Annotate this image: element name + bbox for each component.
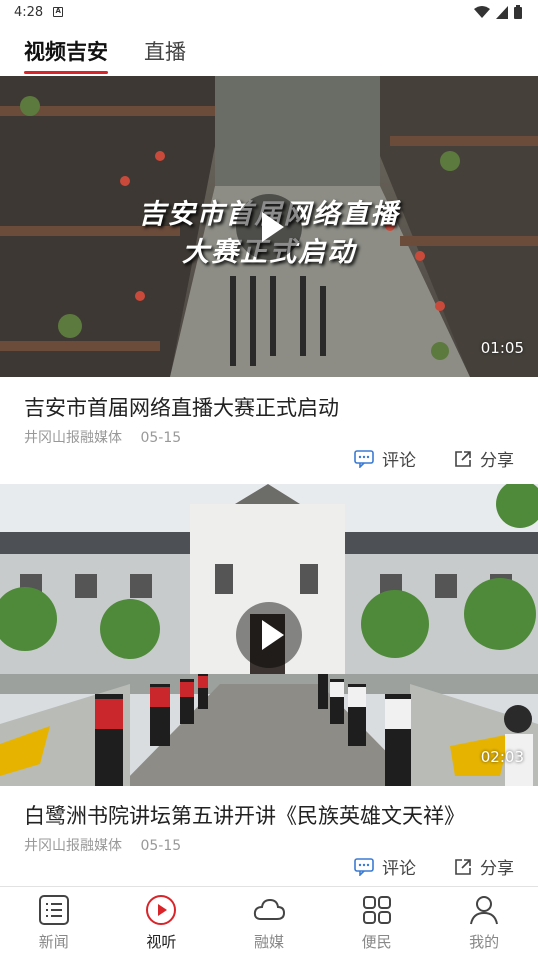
- video-duration: 01:05: [480, 339, 524, 357]
- nav-label: 视听: [146, 933, 177, 951]
- video-date: 05-15: [140, 430, 182, 446]
- grid-icon: [362, 896, 391, 924]
- status-time: 4:28: [14, 4, 44, 20]
- video-meta: 井冈山报融媒体 05-15: [24, 835, 181, 855]
- comment-label: 评论: [382, 451, 416, 471]
- person-icon: [470, 896, 499, 925]
- nav-label: 融媒: [253, 933, 284, 951]
- share-label: 分享: [480, 859, 514, 879]
- nav-item-news[interactable]: 新闻: [0, 887, 108, 958]
- tab-live[interactable]: 直播: [144, 36, 186, 74]
- active-tab-indicator: [24, 71, 108, 74]
- wifi-icon: [474, 5, 490, 18]
- play-icon[interactable]: [236, 602, 302, 668]
- video-source: 井冈山报融媒体: [24, 838, 122, 854]
- comment-icon: [354, 449, 374, 468]
- comment-button[interactable]: 评论: [354, 854, 416, 879]
- video-card[interactable]: 02:03 白鹭洲书院讲坛第五讲开讲《民族英雄文天祥》 井冈山报融媒体 05-1…: [0, 484, 538, 879]
- play-circle-icon: [146, 895, 177, 925]
- nav-item-services[interactable]: 便民: [323, 887, 431, 958]
- news-list-icon: [38, 895, 69, 925]
- video-meta: 井冈山报融媒体 05-15: [24, 427, 181, 447]
- sim-card-icon: A: [53, 7, 64, 17]
- video-card[interactable]: 吉安市首届网络直播 大赛正式启动 01:05 吉安市首届网络直播大赛正式启动 井…: [0, 76, 538, 471]
- cloud-icon: [253, 898, 285, 920]
- signal-icon: [496, 5, 508, 19]
- nav-item-video[interactable]: 视听: [108, 887, 216, 958]
- share-button[interactable]: 分享: [454, 854, 514, 879]
- share-label: 分享: [480, 451, 514, 471]
- bottom-nav: 新闻 视听 融媒 便民 我的: [0, 886, 538, 958]
- nav-label: 我的: [469, 933, 500, 951]
- tab-label: 直播: [144, 40, 186, 64]
- video-duration: 02:03: [480, 748, 524, 766]
- share-icon: [455, 858, 471, 875]
- battery-icon: [514, 5, 522, 19]
- comment-button[interactable]: 评论: [354, 446, 416, 471]
- video-title[interactable]: 吉安市首届网络直播大赛正式启动: [24, 392, 514, 422]
- play-icon[interactable]: [236, 194, 302, 260]
- tab-label: 视频吉安: [24, 40, 108, 64]
- comment-label: 评论: [382, 859, 416, 879]
- video-thumbnail[interactable]: 吉安市首届网络直播 大赛正式启动 01:05: [0, 76, 538, 377]
- nav-item-media[interactable]: 融媒: [215, 887, 323, 958]
- share-button[interactable]: 分享: [454, 446, 514, 471]
- video-actions: 评论 分享: [354, 446, 514, 471]
- top-tabs: 视频吉安 直播: [0, 28, 538, 74]
- comment-icon: [354, 857, 374, 876]
- video-title[interactable]: 白鹭洲书院讲坛第五讲开讲《民族英雄文天祥》: [24, 800, 514, 830]
- nav-label: 新闻: [38, 933, 69, 951]
- video-source: 井冈山报融媒体: [24, 430, 122, 446]
- share-icon: [455, 450, 471, 467]
- nav-item-mine[interactable]: 我的: [430, 887, 538, 958]
- tab-video-jian[interactable]: 视频吉安: [24, 36, 108, 74]
- video-date: 05-15: [140, 838, 182, 854]
- status-bar: 4:28 A: [0, 0, 538, 24]
- nav-label: 便民: [361, 933, 392, 951]
- video-thumbnail[interactable]: 02:03: [0, 484, 538, 786]
- video-actions: 评论 分享: [354, 854, 514, 879]
